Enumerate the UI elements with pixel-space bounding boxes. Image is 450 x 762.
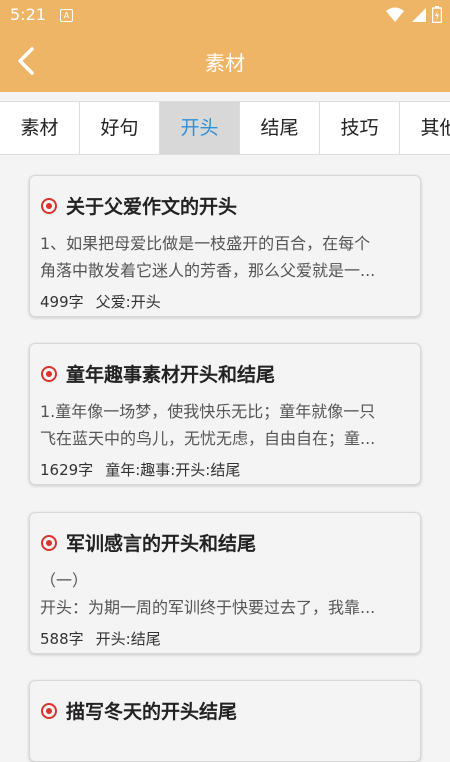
status-bar: 5:21 A [0, 0, 450, 30]
excerpt-line: 开头：为期一周的军训终于快要过去了，我靠... [40, 598, 376, 617]
card-header: 童年趣事素材开头和结尾 [40, 360, 275, 387]
app-bar: 素材 [0, 30, 450, 92]
status-icons [386, 6, 442, 23]
word-count: 1629字 [40, 461, 94, 479]
article-card[interactable]: 描写冬天的开头结尾 [29, 680, 421, 762]
excerpt-line: 1、如果把母爱比做是一枝盛开的百合，在每个 [40, 234, 371, 253]
article-card[interactable]: 军训感言的开头和结尾 （一） 开头：为期一周的军训终于快要过去了，我靠... 5… [29, 512, 421, 654]
excerpt-line: （一） [40, 571, 89, 590]
notification-icon: A [60, 9, 73, 22]
word-count: 588字 [40, 630, 84, 648]
status-time: 5:21 [10, 5, 46, 24]
tab-openings[interactable]: 开头 [160, 102, 240, 154]
card-title: 童年趣事素材开头和结尾 [66, 364, 276, 386]
article-card[interactable]: 童年趣事素材开头和结尾 1.童年像一场梦，使我快乐无比；童年就像一只 飞在蓝天中… [29, 343, 421, 485]
category-tabs: 素材 好句 开头 结尾 技巧 其他 [0, 101, 450, 155]
page-title: 素材 [205, 51, 245, 75]
target-bullet-icon [41, 702, 57, 719]
card-tags: 开头:结尾 [95, 630, 161, 648]
excerpt-line: 角落中散发着它迷人的芳香，那么父爱就是一... [40, 261, 376, 280]
card-excerpt: （一） 开头：为期一周的军训终于快要过去了，我靠... [40, 567, 408, 621]
tab-endings[interactable]: 结尾 [240, 102, 320, 154]
article-card[interactable]: 关于父爱作文的开头 1、如果把母爱比做是一枝盛开的百合，在每个 角落中散发着它迷… [29, 175, 421, 317]
word-count: 499字 [40, 293, 84, 311]
tab-others[interactable]: 其他 [400, 102, 450, 154]
card-meta: 1629字 童年:趣事:开头:结尾 [40, 459, 240, 480]
card-header: 描写冬天的开头结尾 [40, 697, 237, 724]
card-header: 关于父爱作文的开头 [40, 192, 237, 219]
target-bullet-icon [41, 197, 57, 214]
wifi-icon [386, 7, 404, 22]
card-excerpt: 1、如果把母爱比做是一枝盛开的百合，在每个 角落中散发着它迷人的芳香，那么父爱就… [40, 230, 408, 284]
card-header: 军训感言的开头和结尾 [40, 529, 256, 556]
card-meta: 499字 父爱:开头 [40, 291, 161, 312]
target-bullet-icon [41, 534, 57, 551]
card-title: 军训感言的开头和结尾 [66, 533, 257, 555]
battery-icon [432, 6, 442, 23]
card-meta: 588字 开头:结尾 [40, 628, 161, 649]
target-bullet-icon [41, 365, 57, 382]
card-tags: 父爱:开头 [95, 293, 161, 311]
card-tags: 童年:趣事:开头:结尾 [105, 461, 241, 479]
tab-good-sentences[interactable]: 好句 [80, 102, 160, 154]
card-excerpt: 1.童年像一场梦，使我快乐无比；童年就像一只 飞在蓝天中的鸟儿，无忧无虑，自由自… [40, 398, 408, 452]
excerpt-line: 1.童年像一场梦，使我快乐无比；童年就像一只 [40, 402, 376, 421]
card-title: 描写冬天的开头结尾 [66, 701, 238, 723]
tab-techniques[interactable]: 技巧 [320, 102, 400, 154]
signal-icon [412, 7, 426, 22]
excerpt-line: 飞在蓝天中的鸟儿，无忧无虑，自由自在；童... [40, 429, 376, 448]
card-title: 关于父爱作文的开头 [66, 196, 238, 218]
tab-material[interactable]: 素材 [0, 102, 80, 154]
